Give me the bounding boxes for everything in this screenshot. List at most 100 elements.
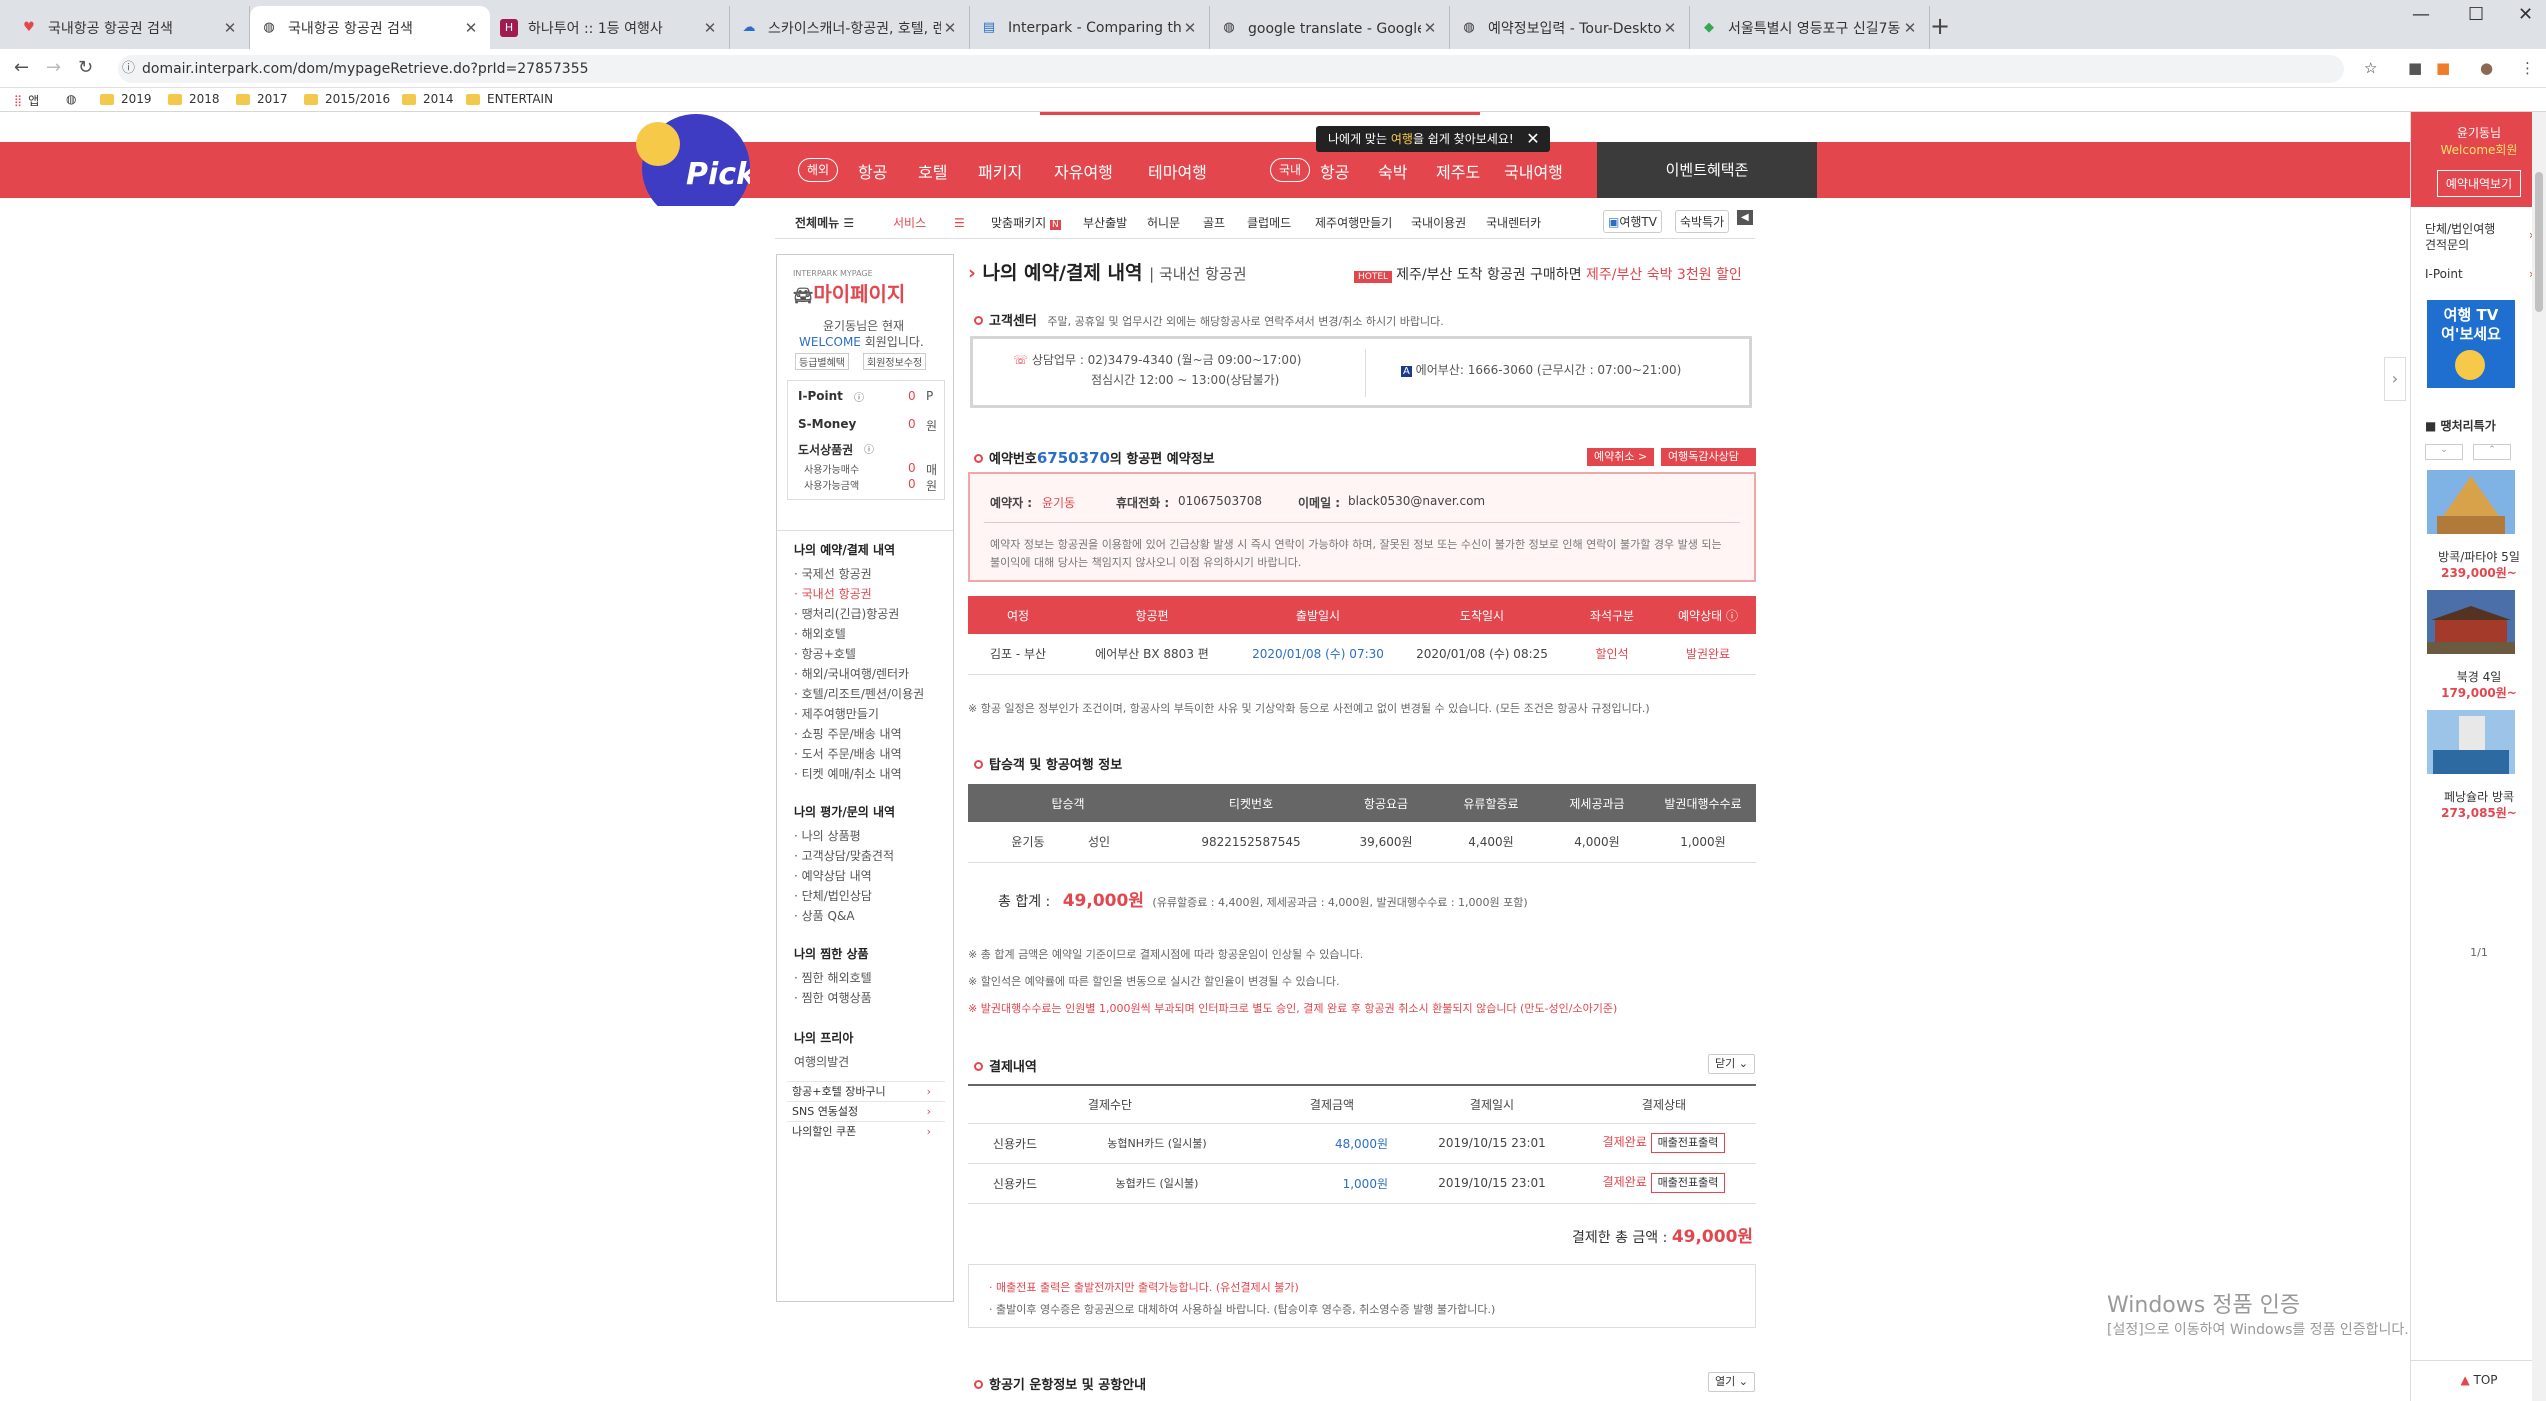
- bangkok-temple-image[interactable]: [2427, 470, 2515, 534]
- product-title[interactable]: 방콕/파타야 5일: [2411, 548, 2546, 565]
- bookmark-folder[interactable]: ENTERTAIN: [466, 92, 553, 106]
- extension-icon[interactable]: ■: [2436, 59, 2450, 77]
- sidebar-item[interactable]: · 국제선 항공권: [794, 565, 872, 582]
- window-close-button[interactable]: ✕: [2518, 4, 2533, 25]
- sidebar-item[interactable]: · 상품 Q&A: [794, 907, 855, 924]
- help-icon[interactable]: ⓘ: [1726, 609, 1738, 623]
- profile-avatar[interactable]: ●: [2480, 59, 2493, 77]
- gnb-item[interactable]: 항공: [1320, 159, 1349, 183]
- sidebar-item[interactable]: · 항공+호텔: [794, 645, 856, 662]
- view-reservation-button[interactable]: 예약내역보기: [2436, 170, 2522, 197]
- receipt-print-button[interactable]: 매출전표출력: [1650, 1173, 1726, 1193]
- back-icon[interactable]: ←: [14, 57, 29, 78]
- sidebar-item[interactable]: 여행의발견: [794, 1053, 849, 1070]
- scroll-down-icon[interactable]: ⌄: [2425, 444, 2463, 460]
- receipt-print-button[interactable]: 매출전표출력: [1650, 1133, 1726, 1153]
- gnb-item[interactable]: 패키지: [978, 159, 1022, 183]
- sidebar-item[interactable]: · 호텔/리조트/펜션/이용권: [794, 685, 924, 702]
- mypage-logo[interactable]: INTERPARK MYPAGE 🚘︎마이페이지: [793, 269, 905, 307]
- travel-tv-button[interactable]: ▣여행TV: [1603, 210, 1662, 233]
- submenu-item[interactable]: 클럽메드: [1247, 214, 1291, 231]
- sidebar-link[interactable]: › 나의할인 쿠폰: [787, 1121, 945, 1141]
- sidebar-item[interactable]: · 단체/법인상담: [794, 887, 872, 904]
- sidebar-item[interactable]: · 나의 상품평: [794, 827, 861, 844]
- bookmark-folder[interactable]: 2015/2016: [304, 92, 390, 106]
- browser-tab[interactable]: ☁ 스카이스캐너-항공권, 호텔, 렌트 ✕: [730, 6, 970, 49]
- edit-info-button[interactable]: 회원정보수정: [863, 353, 927, 370]
- gnb-item[interactable]: 자유여행: [1054, 159, 1113, 183]
- submenu-item[interactable]: 맞춤패키지 N: [991, 214, 1061, 231]
- close-icon[interactable]: ✕: [941, 19, 959, 37]
- scrollbar[interactable]: [2532, 112, 2546, 1401]
- cancel-reservation-button[interactable]: 예약취소 >: [1587, 448, 1655, 466]
- close-icon[interactable]: ✕: [1901, 19, 1919, 37]
- submenu-item[interactable]: 제주여행만들기: [1315, 214, 1392, 231]
- apps-bookmark[interactable]: ⣿ 앱: [14, 92, 39, 109]
- bookmark-folder[interactable]: 2017: [236, 92, 288, 106]
- product-title[interactable]: 북경 4일: [2411, 668, 2546, 685]
- submenu-item[interactable]: 국내이용권: [1411, 214, 1466, 231]
- quote-link[interactable]: 견적문의: [2425, 236, 2469, 253]
- browser-tab[interactable]: ◍ 예약정보입력 - Tour-Desktop ✕: [1450, 6, 1690, 49]
- lodging-special-button[interactable]: 숙박특가: [1675, 210, 1730, 233]
- browser-tab[interactable]: H 하나투어 :: 1등 여행사 ✕: [490, 6, 730, 49]
- scrollbar-thumb[interactable]: [2535, 172, 2543, 312]
- sidebar-item[interactable]: · 해외호텔: [794, 625, 846, 642]
- submenu-item[interactable]: 골프: [1203, 214, 1225, 231]
- globe-bookmark[interactable]: ◍: [66, 92, 76, 106]
- submenu-item[interactable]: 허니문: [1147, 214, 1180, 231]
- sidebar-item-active[interactable]: · 국내선 항공권: [794, 585, 872, 602]
- browser-tab[interactable]: ▤ Interpark - Comparing the figu ✕: [970, 6, 1210, 49]
- submenu-item[interactable]: 국내렌터카: [1486, 214, 1541, 231]
- consult-button[interactable]: 여행독감사상담 >: [1661, 448, 1756, 481]
- url-field[interactable]: ⓘ domair.interpark.com/dom/mypageRetriev…: [118, 55, 2344, 83]
- pick-logo[interactable]: Pick: [632, 112, 750, 206]
- minimize-button[interactable]: —: [2412, 4, 2430, 25]
- service-menu[interactable]: 서비스 ☰: [893, 214, 965, 231]
- all-menu[interactable]: 전체메뉴 ☰: [795, 214, 854, 231]
- reload-icon[interactable]: ↻: [78, 57, 93, 78]
- sidebar-item[interactable]: · 도서 주문/배송 내역: [794, 745, 902, 762]
- gnb-item[interactable]: 테마여행: [1148, 159, 1207, 183]
- gnb-item[interactable]: 제주도: [1436, 159, 1480, 183]
- browser-tab-active[interactable]: ◍ 국내항공 항공권 검색 ✕: [250, 6, 490, 49]
- hotel-image[interactable]: [2427, 710, 2515, 774]
- sidebar-item[interactable]: · 쇼핑 주문/배송 내역: [794, 725, 902, 742]
- sidebar-item[interactable]: · 찜한 해외호텔: [794, 969, 872, 986]
- domestic-pill[interactable]: 국내: [1270, 158, 1311, 182]
- expand-toggle[interactable]: 열기 ⌄: [1708, 1372, 1755, 1392]
- overseas-pill[interactable]: 해외: [798, 158, 839, 182]
- sidebar-item[interactable]: · 땡처리(긴급)항공권: [794, 605, 899, 622]
- next-arrow-icon[interactable]: ›: [2384, 357, 2406, 401]
- sidebar-item[interactable]: · 제주여행만들기: [794, 705, 879, 722]
- bookmark-folder[interactable]: 2019: [100, 92, 152, 106]
- sidebar-item[interactable]: · 찜한 여행상품: [794, 989, 872, 1006]
- bookmark-folder[interactable]: 2014: [402, 92, 454, 106]
- close-icon[interactable]: ✕: [221, 19, 239, 37]
- sidebar-link[interactable]: › 항공+호텔 장바구니: [787, 1081, 945, 1101]
- gnb-item[interactable]: 항공: [858, 159, 887, 183]
- sidebar-item[interactable]: · 티켓 예매/취소 내역: [794, 765, 902, 782]
- help-icon[interactable]: ⓘ: [854, 389, 864, 404]
- sidebar-item[interactable]: · 예약상담 내역: [794, 867, 872, 884]
- beijing-image[interactable]: [2427, 590, 2515, 654]
- gnb-item[interactable]: 호텔: [918, 159, 947, 183]
- sidebar-item[interactable]: · 고객상담/맞춤견적: [794, 847, 894, 864]
- close-icon[interactable]: ✕: [1421, 19, 1439, 37]
- gnb-item[interactable]: 국내여행: [1504, 159, 1563, 183]
- sidebar-link[interactable]: › SNS 연동설정: [787, 1101, 945, 1121]
- info-icon[interactable]: ⓘ: [122, 55, 135, 83]
- browser-tab[interactable]: ♥ 국내항공 항공권 검색 ✕: [10, 6, 250, 49]
- scroll-up-icon[interactable]: ⌃: [2473, 444, 2511, 460]
- submenu-item[interactable]: 부산출발: [1083, 214, 1127, 231]
- collapse-toggle[interactable]: 닫기 ⌄: [1708, 1054, 1755, 1074]
- close-icon[interactable]: ✕: [1526, 126, 1539, 152]
- top-button[interactable]: ▲ TOP: [2411, 1360, 2546, 1401]
- event-benefit-zone[interactable]: 이벤트혜택존: [1597, 142, 1817, 198]
- hotel-promo[interactable]: HOTEL 제주/부산 도착 항공권 구매하면 제주/부산 숙박 3천원 할인: [1354, 264, 1742, 284]
- close-icon[interactable]: ✕: [701, 19, 719, 37]
- travel-tv-banner[interactable]: 여행 TV 여'보세요: [2427, 300, 2515, 388]
- forward-icon[interactable]: →: [46, 57, 61, 78]
- new-tab-button[interactable]: +: [1930, 12, 1950, 40]
- browser-tab[interactable]: ◆ 서울특별시 영등포구 신길7동 O ✕: [1690, 6, 1930, 49]
